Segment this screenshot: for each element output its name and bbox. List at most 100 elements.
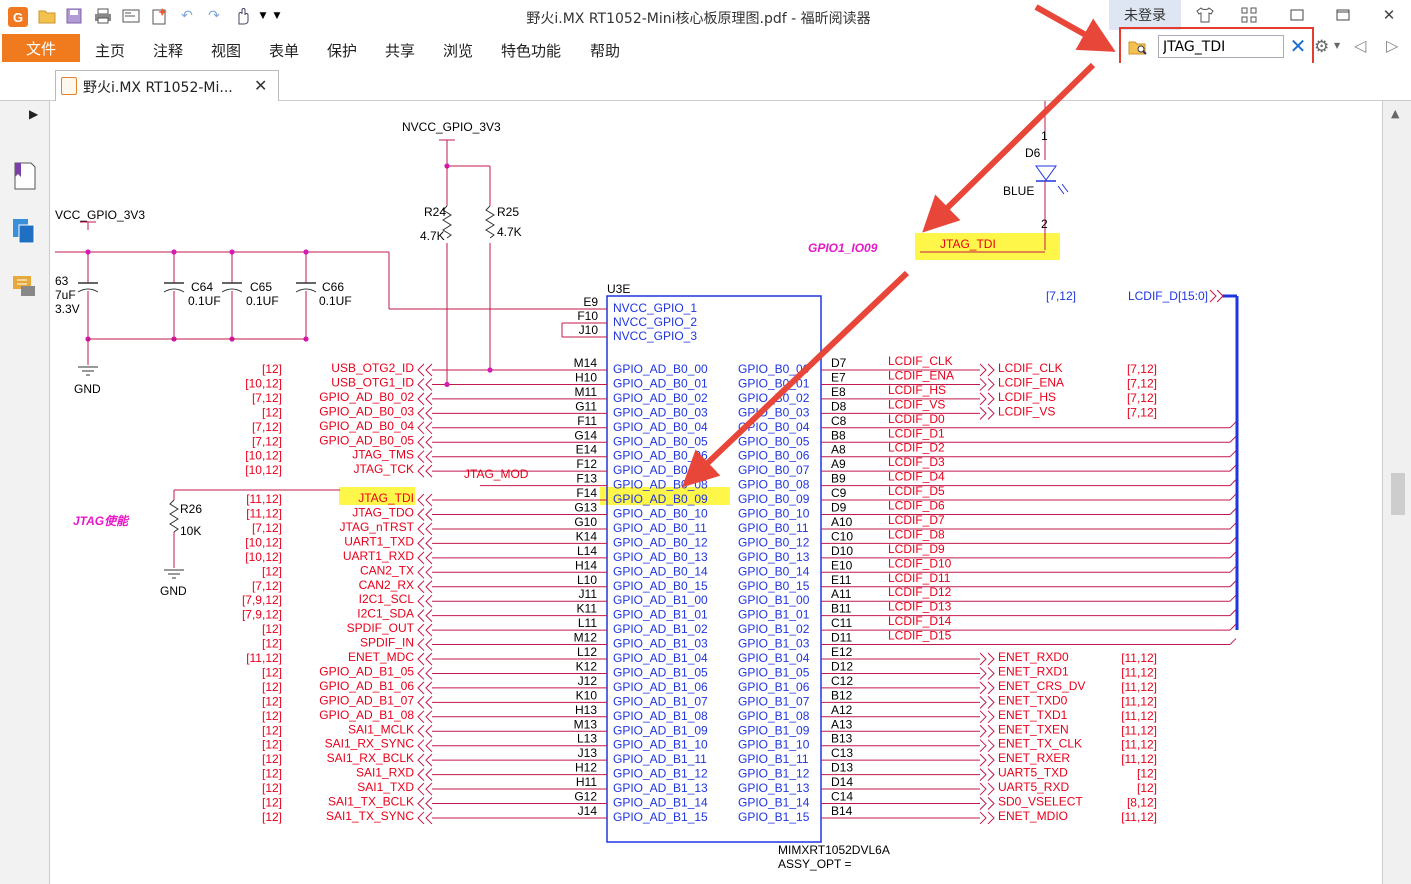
pin-number: J10 [579,323,599,337]
resistor-value: 4.7K [420,229,445,243]
menu-protect[interactable]: 保护 [327,40,357,61]
offpage-connector [979,363,995,377]
offpage-connector [979,652,995,666]
scroll-up-icon[interactable]: ▲ [1391,107,1399,120]
scroll-thumb[interactable] [1391,473,1405,515]
vertical-scrollbar[interactable]: ▲ [1382,101,1411,884]
chip-pin-name: GPIO_B0_14 [738,564,810,578]
net-label: GPIO_AD_B1_05 [319,664,414,678]
net-label: LCDIF_D10 [888,556,952,570]
chip-pin-name: GPIO_AD_B1_02 [613,622,708,636]
sheet-ref: [12] [262,709,282,723]
led-arrows [1057,183,1069,195]
pin-number: G14 [574,428,597,442]
net-label: UART1_TXD [344,534,414,548]
bus-entry [1229,537,1237,544]
net-label: LCDIF_D8 [888,527,945,541]
net-label: JTAG_nTRST [340,520,415,534]
next-result-icon[interactable]: ▷ [1386,36,1398,55]
pin-number: C12 [831,674,853,688]
offpage-connector [417,537,433,550]
chevron-down-icon[interactable]: ▼ [1334,41,1340,50]
tab-close-icon[interactable]: ✕ [254,76,267,95]
document-view[interactable]: U3E MIMXRT1052DVL6A ASSY_OPT = NVCC_GPIO_1 E… [55,101,1382,884]
menu-form[interactable]: 表单 [269,40,299,61]
offpage-connector [979,667,995,680]
sheet-ref: [11,12] [1121,810,1157,824]
login-button[interactable]: 未登录 [1109,0,1181,30]
offpage-connector [417,363,433,377]
comments-icon[interactable] [11,273,39,303]
menu-view[interactable]: 视图 [211,40,241,61]
pin-number: C10 [831,529,853,543]
chip-pin-name: GPIO_B1_08 [738,709,810,723]
bookmark-icon[interactable] [11,161,39,191]
shirt-skin-icon[interactable] [1192,4,1218,26]
expand-panel-icon[interactable]: ▶ [29,107,38,121]
menu-share[interactable]: 共享 [385,40,415,61]
net-label: SPDIF_IN [360,636,414,650]
page-thumbnails-icon[interactable] [11,217,39,247]
find-folder-icon[interactable] [1128,39,1148,55]
bus-entry [1229,479,1237,486]
chip-pin-name: GPIO_AD_B0_04 [613,420,708,434]
net-label: LCDIF_D12 [888,585,952,599]
minimize-icon[interactable] [1284,4,1310,26]
pin-number: J14 [578,804,598,818]
net-label: GPIO_AD_B1_07 [319,693,414,707]
clear-search-icon[interactable]: ✕ [1287,36,1309,58]
offpage-connector [417,710,433,724]
net-label: JTAG_TDI [940,237,996,251]
offpage-connector [417,623,433,637]
sheet-ref: [12] [262,665,282,679]
layout-grid-icon[interactable] [1236,4,1262,26]
chip-pin-name: GPIO_B1_01 [738,608,810,622]
menu-help[interactable]: 帮助 [590,40,620,61]
sheet-ref: [10,12] [245,463,282,477]
sheet-ref: [10,12] [245,449,282,463]
pin-number: F11 [577,414,597,428]
menu-browse[interactable]: 浏览 [443,40,473,61]
pin-number: D13 [831,761,853,775]
junction-dot [444,381,450,388]
net-label: CAN2_TX [360,563,414,577]
search-input[interactable] [1158,35,1284,58]
bus-entry [1229,551,1237,559]
pin-number: C9 [831,486,847,500]
net-label: ENET_TXD1 [998,708,1068,722]
pin-number: K10 [576,688,598,702]
sheet-ref: [12] [262,738,282,752]
menu-home[interactable]: 主页 [95,40,125,61]
gear-icon[interactable]: ⚙ [1314,37,1329,57]
menu-comment[interactable]: 注释 [153,40,183,61]
close-icon[interactable]: ✕ [1376,4,1402,26]
bus-entry [1229,638,1237,645]
file-menu[interactable]: 文件 [2,34,80,62]
chip-part-number: MIMXRT1052DVL6A [778,843,890,857]
chip-pin-name: GPIO_AD_B1_11 [613,752,707,766]
chip-pin-name: GPIO_B1_05 [738,665,810,679]
net-label: UART5_RXD [998,780,1069,794]
offpage-connector [417,392,433,406]
tab-bar: 野火i.MX RT1052-Mi... ✕ [0,63,1411,101]
offpage-connector [417,565,433,579]
pin-number: J13 [578,746,598,760]
chip-pin-name: GPIO_AD_B0_02 [613,391,708,405]
cap-value: 0.1UF [188,294,221,308]
previous-result-icon[interactable]: ◁ [1354,36,1366,55]
net-label: LCDIF_VS [888,397,945,411]
restore-icon[interactable] [1330,4,1356,26]
resistor-ref: R25 [497,205,519,219]
net-label: USB_OTG2_ID [331,361,414,375]
pin-number: E10 [831,558,853,572]
sheet-ref: [7,9,12] [242,608,282,622]
pin-number: B8 [831,428,846,442]
document-tab[interactable]: 野火i.MX RT1052-Mi... ✕ [55,70,279,101]
menu-features[interactable]: 特色功能 [501,40,561,61]
net-label: LCDIF_D13 [888,600,952,614]
offpage-connector [417,522,433,536]
pin-number: F13 [576,472,597,486]
net-label: USB_OTG1_ID [331,375,414,389]
resistor-symbol [485,205,495,239]
power-label: NVCC_GPIO_3V3 [402,120,501,134]
